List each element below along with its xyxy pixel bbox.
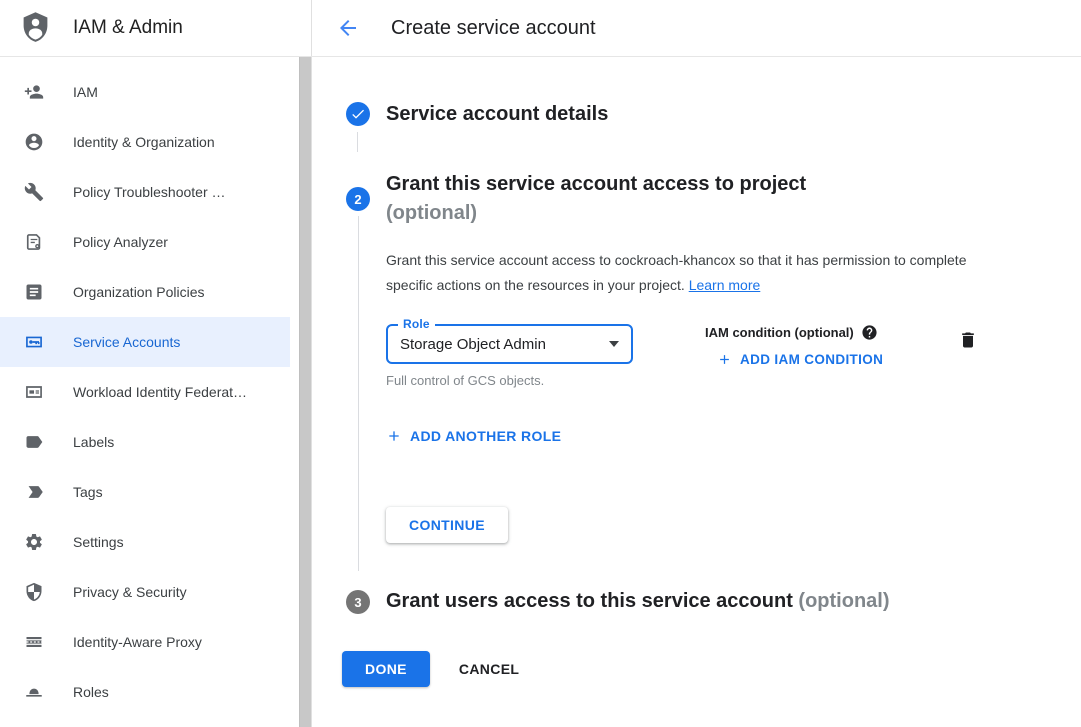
sidebar-item-label: Identity & Organization <box>73 134 215 150</box>
sidebar-item-service-accounts[interactable]: Service Accounts <box>0 317 290 367</box>
plus-icon <box>386 428 402 444</box>
step-3-title-text: Grant users access to this service accou… <box>386 590 793 612</box>
sidebar-item-label: Settings <box>73 534 124 550</box>
step-1-service-account-details: Service account details <box>346 102 1081 126</box>
article-icon <box>24 282 44 302</box>
hat-icon <box>24 682 44 702</box>
plus-icon <box>717 352 732 367</box>
sidebar-item-label: Service Accounts <box>73 334 180 350</box>
tag-arrow-icon <box>24 482 44 502</box>
sidebar-item-privacy-security[interactable]: Privacy & Security <box>0 567 290 617</box>
step-3-optional-label: (optional) <box>798 590 889 612</box>
role-field-value: Storage Object Admin <box>400 336 609 353</box>
badge-card-icon <box>24 382 44 402</box>
help-icon[interactable] <box>861 324 878 341</box>
sidebar-item-label: Labels <box>73 434 114 450</box>
sidebar-item-identity-aware-proxy[interactable]: Identity-Aware Proxy <box>0 617 290 667</box>
delete-role-button[interactable] <box>958 330 978 350</box>
step-2-number: 2 <box>354 192 361 207</box>
sidebar-item-label: Organization Policies <box>73 284 205 300</box>
step-2-title-text: Grant this service account access to pro… <box>386 173 806 195</box>
step-2-optional-label: (optional) <box>386 199 978 228</box>
sidebar-item-label: Policy Troubleshooter … <box>73 184 226 200</box>
label-tag-icon <box>24 432 44 452</box>
page-header: Create service account <box>312 0 1081 56</box>
sidebar-item-label: Identity-Aware Proxy <box>73 634 202 650</box>
sidebar-item-tags[interactable]: Tags <box>0 467 290 517</box>
step-1-completed-check-icon <box>346 102 370 126</box>
cancel-button[interactable]: CANCEL <box>459 661 519 677</box>
role-field-label: Role <box>398 317 435 331</box>
product-title: IAM & Admin <box>73 17 183 39</box>
gear-icon <box>24 532 44 552</box>
sidebar-item-labels[interactable]: Labels <box>0 417 290 467</box>
page-title: Create service account <box>391 17 596 40</box>
iam-condition-block: IAM condition (optional) ADD IAM CONDITI… <box>705 324 883 372</box>
learn-more-link[interactable]: Learn more <box>689 277 761 293</box>
step-connector-line <box>358 216 359 571</box>
step-3-number: 3 <box>354 595 361 610</box>
topbar: IAM & Admin Create service account <box>0 0 1081 57</box>
step-2-description: Grant this service account access to coc… <box>386 248 976 298</box>
sidebar-item-policy-analyzer[interactable]: Policy Analyzer <box>0 217 290 267</box>
sidebar-item-label: Tags <box>73 484 103 500</box>
sidebar-scrollbar[interactable] <box>299 57 311 727</box>
sidebar-item-identity-organization[interactable]: Identity & Organization <box>0 117 290 167</box>
sidebar-item-workload-identity-federat[interactable]: Workload Identity Federat… <box>0 367 290 417</box>
wrench-icon <box>24 182 44 202</box>
shield-half-icon <box>24 582 44 602</box>
sidebar-item-label: Roles <box>73 684 109 700</box>
sidebar-item-policy-troubleshooter[interactable]: Policy Troubleshooter … <box>0 167 290 217</box>
step-2-description-text: Grant this service account access to coc… <box>386 252 967 293</box>
person-add-icon <box>24 82 44 102</box>
key-card-icon <box>24 332 44 352</box>
iam-shield-logo-icon <box>20 11 51 45</box>
sidebar-item-roles[interactable]: Roles <box>0 667 290 717</box>
step-connector-line <box>357 132 358 152</box>
policy-analyzer-icon <box>24 232 44 252</box>
step-2-grant-access: 2 Grant this service account access to p… <box>346 170 1081 571</box>
add-iam-condition-label: ADD IAM CONDITION <box>740 352 883 367</box>
step-3-indicator: 3 <box>346 590 370 614</box>
back-arrow-icon[interactable] <box>336 16 360 40</box>
sidebar: IAM Identity & Organization Policy Trouble… <box>0 57 312 727</box>
continue-button[interactable]: CONTINUE <box>386 507 508 543</box>
add-iam-condition-button[interactable]: ADD IAM CONDITION <box>717 352 883 367</box>
sidebar-item-iam[interactable]: IAM <box>0 67 290 117</box>
step-2-indicator: 2 <box>346 187 370 211</box>
step-3-title: Grant users access to this service accou… <box>386 587 890 616</box>
main-content: Service account details 2 Grant this ser… <box>312 57 1081 727</box>
role-select[interactable]: Role Storage Object Admin <box>386 324 633 364</box>
sidebar-item-label: IAM <box>73 84 98 100</box>
step-2-title: Grant this service account access to pro… <box>386 170 978 228</box>
sidebar-item-settings[interactable]: Settings <box>0 517 290 567</box>
step-3-grant-users-access: 3 Grant users access to this service acc… <box>346 587 1081 616</box>
role-row: Role Storage Object Admin Full control o… <box>386 316 978 388</box>
sidebar-item-label: Privacy & Security <box>73 584 187 600</box>
account-circle-icon <box>24 132 44 152</box>
role-helper-text: Full control of GCS objects. <box>386 373 633 388</box>
proxy-grid-icon <box>24 632 44 652</box>
step-1-title: Service account details <box>386 102 608 126</box>
iam-condition-label: IAM condition (optional) <box>705 325 854 340</box>
dropdown-caret-icon <box>609 341 619 347</box>
sidebar-item-label: Workload Identity Federat… <box>73 384 247 400</box>
product-header: IAM & Admin <box>0 0 312 56</box>
step-2-rail: 2 <box>346 170 370 571</box>
done-button[interactable]: DONE <box>342 651 430 687</box>
stepper: Service account details 2 Grant this ser… <box>312 57 1081 616</box>
sidebar-item-label: Policy Analyzer <box>73 234 168 250</box>
form-actions: DONE CANCEL <box>342 651 1081 687</box>
add-another-role-button[interactable]: ADD ANOTHER ROLE <box>386 428 561 444</box>
sidebar-item-organization-policies[interactable]: Organization Policies <box>0 267 290 317</box>
add-another-role-label: ADD ANOTHER ROLE <box>410 428 561 444</box>
